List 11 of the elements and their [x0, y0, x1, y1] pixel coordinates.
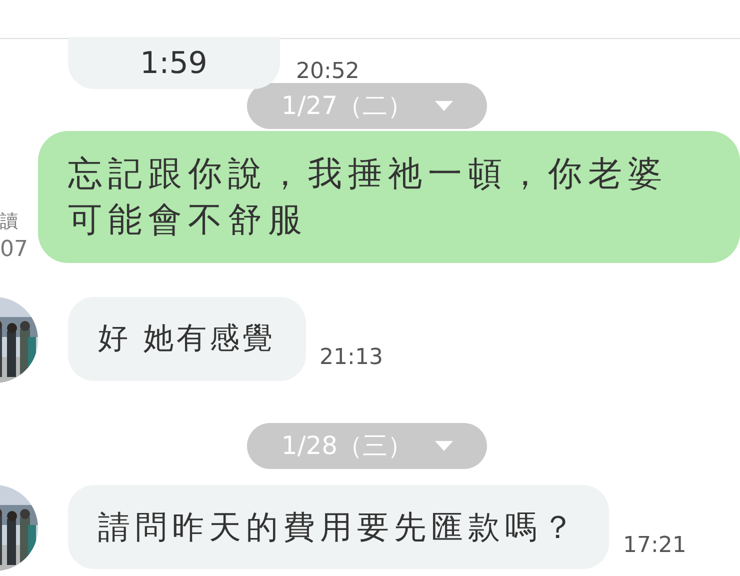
message-text: 請問昨天的費用要先匯款嗎？: [98, 507, 579, 548]
message-text: 好 她有感覺: [98, 320, 276, 358]
message-time: 07: [0, 236, 28, 264]
read-status: 讀: [0, 210, 18, 234]
message-text: 1:59: [140, 49, 208, 79]
caret-icon: [434, 101, 453, 111]
message-time: 21:13: [320, 345, 383, 371]
message-time: 17:21: [623, 533, 686, 559]
message-text: 忘記跟你說，我捶祂一頓，你老婆可能會不舒服: [68, 154, 668, 240]
caret-icon: [434, 441, 453, 451]
message-time: 20:52: [296, 59, 360, 85]
